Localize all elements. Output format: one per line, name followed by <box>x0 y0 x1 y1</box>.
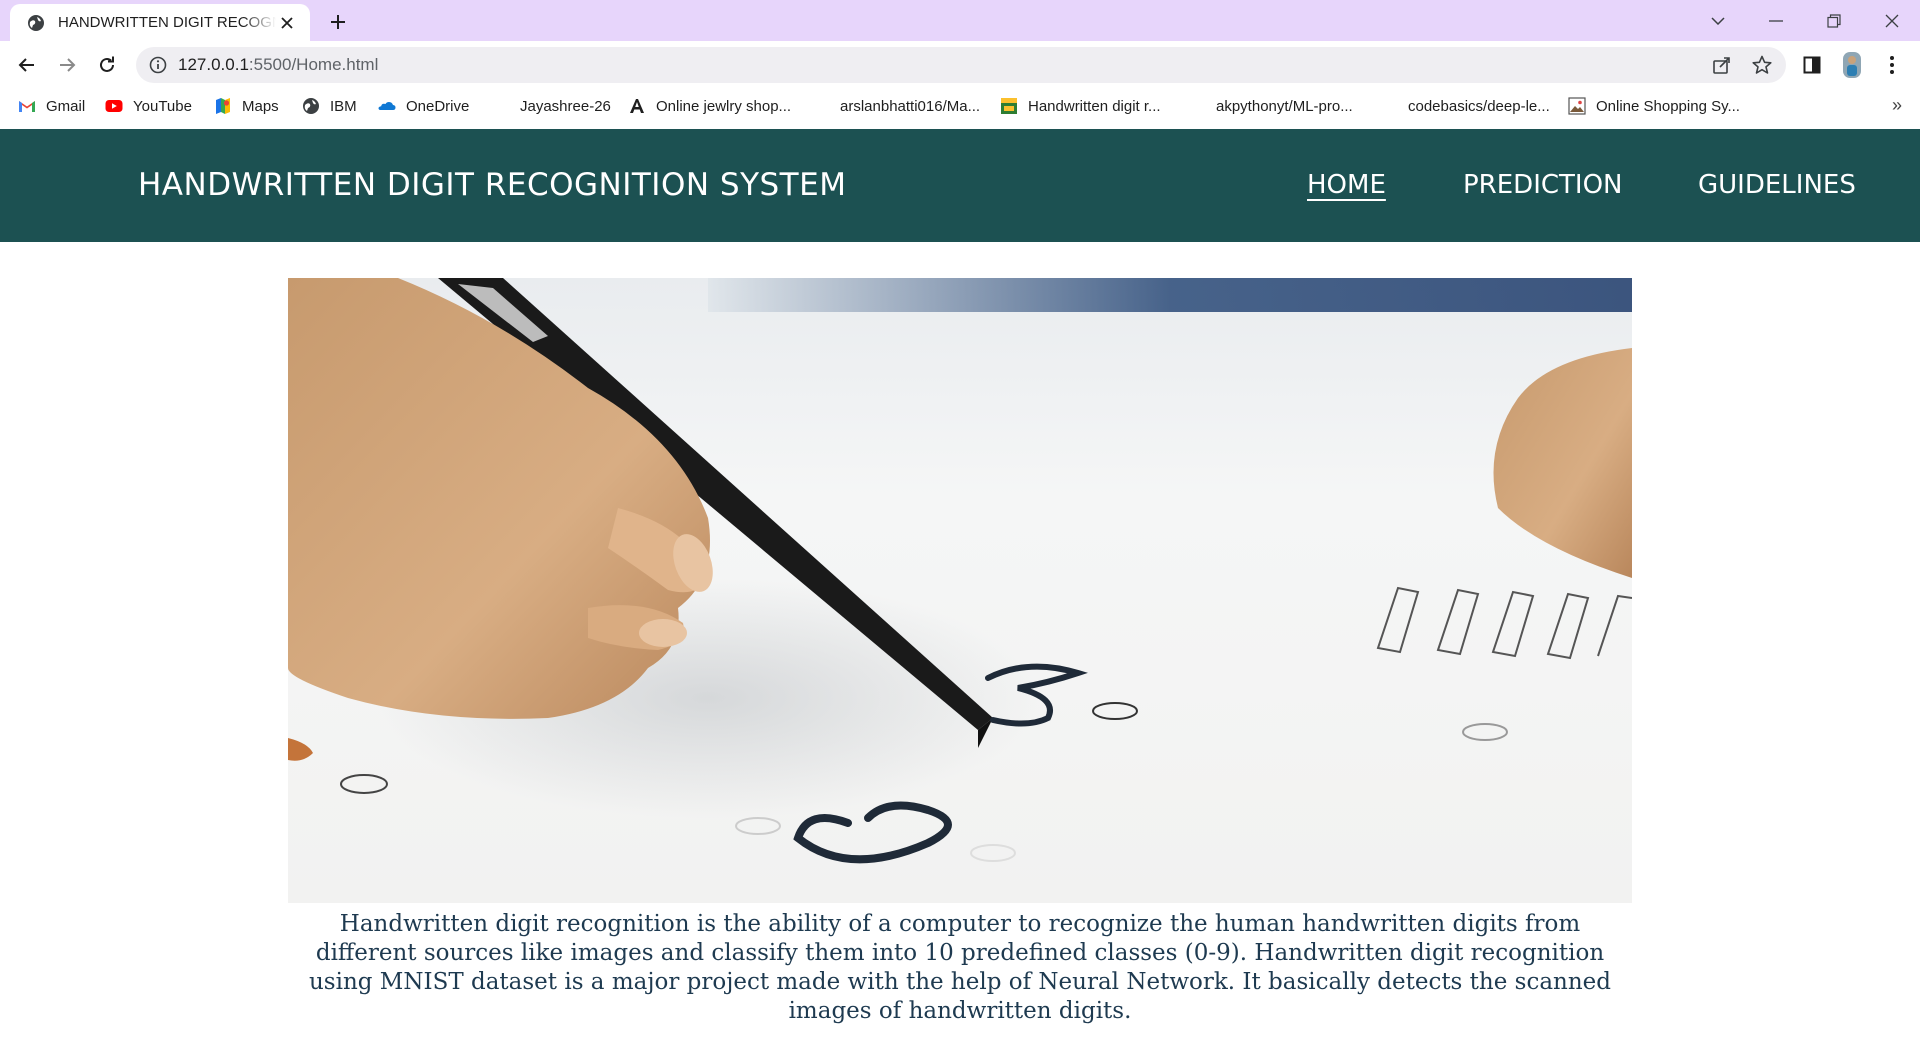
nav-guidelines[interactable]: GUIDELINES <box>1698 129 1856 242</box>
back-button[interactable] <box>11 49 43 81</box>
close-icon <box>1885 14 1899 27</box>
arrow-right-icon <box>60 58 76 72</box>
arrow-left-icon <box>18 58 34 72</box>
maps-icon <box>216 98 230 114</box>
address-bar[interactable]: 127.0.0.1:5500/Home.html <box>136 47 1786 83</box>
site-title: HANDWRITTEN DIGIT RECOGNITION SYSTEM <box>138 167 847 203</box>
share-icon[interactable] <box>1711 54 1733 76</box>
tab-title: HANDWRITTEN DIGIT RECOGNITION SYSTEM <box>58 14 276 31</box>
chevron-down-icon <box>1711 16 1725 25</box>
bookmark-label: arslanbhatti016/Ma... <box>840 97 981 115</box>
bookmark-label: Jayashree-26 <box>520 97 611 115</box>
avatar-icon <box>1843 52 1861 78</box>
site-icon <box>1001 98 1017 114</box>
gmail-icon <box>19 101 35 112</box>
reload-button[interactable] <box>91 49 123 81</box>
bookmark-akpythonyt[interactable]: akpythonyt/ML-pro... <box>1188 89 1353 123</box>
site-header: HANDWRITTEN DIGIT RECOGNITION SYSTEM HOM… <box>0 129 1920 242</box>
nav-home[interactable]: HOME <box>1307 129 1386 242</box>
url-path: :5500/Home.html <box>248 55 379 74</box>
bookmark-jayashree[interactable]: Jayashree-26 <box>492 89 611 123</box>
bookmark-label: IBM <box>330 97 357 115</box>
minimize-button[interactable] <box>1748 0 1804 41</box>
url-text: 127.0.0.1:5500/Home.html <box>178 47 378 83</box>
plus-icon <box>331 15 345 29</box>
side-panel-button[interactable] <box>1796 49 1828 81</box>
side-panel-icon <box>1803 56 1821 74</box>
globe-icon <box>303 98 319 114</box>
url-host: 127.0.0.1 <box>178 55 249 74</box>
tab-search-button[interactable] <box>1690 0 1746 41</box>
kebab-menu-icon <box>1890 56 1894 74</box>
handwriting-photo <box>288 278 1632 903</box>
bookmark-label: codebasics/deep-le... <box>1408 97 1550 115</box>
bookmark-online-shopping[interactable]: Online Shopping Sy... <box>1568 89 1740 123</box>
intro-description: Handwritten digit recognition is the abi… <box>308 911 1612 1024</box>
minimize-icon <box>1769 19 1783 22</box>
reload-icon <box>100 56 114 72</box>
menu-button[interactable] <box>1876 49 1908 81</box>
bookmark-label: YouTube <box>133 97 192 115</box>
bookmark-label: Handwritten digit r... <box>1028 97 1161 115</box>
bookmark-codebasics[interactable]: codebasics/deep-le... <box>1380 89 1550 123</box>
bookmark-label: akpythonyt/ML-pro... <box>1216 97 1353 115</box>
forward-button[interactable] <box>51 49 83 81</box>
hero-image <box>288 278 1632 903</box>
browser-tab[interactable]: HANDWRITTEN DIGIT RECOGNITION SYSTEM <box>10 4 310 41</box>
restore-icon <box>1827 13 1841 28</box>
bookmark-gmail[interactable]: Gmail <box>18 89 85 123</box>
star-icon[interactable] <box>1751 54 1773 76</box>
bookmark-label: Online jewlry shop... <box>656 97 792 115</box>
bookmark-onedrive[interactable]: OneDrive <box>378 89 469 123</box>
bookmark-maps[interactable]: Maps <box>214 89 279 123</box>
close-icon[interactable] <box>276 12 298 34</box>
bookmark-jewelry-shop[interactable]: Online jewlry shop... <box>628 89 791 123</box>
bookmark-label: Maps <box>242 97 279 115</box>
info-icon[interactable] <box>148 55 168 75</box>
close-window-button[interactable] <box>1864 0 1920 41</box>
profile-avatar[interactable] <box>1836 49 1868 81</box>
globe-icon <box>26 13 46 33</box>
browser-toolbar: 127.0.0.1:5500/Home.html <box>0 41 1920 89</box>
youtube-icon <box>105 100 123 112</box>
more-bookmarks-button[interactable]: » <box>1892 95 1902 116</box>
new-tab-button[interactable] <box>324 8 352 36</box>
bookmark-ibm[interactable]: IBM <box>302 89 357 123</box>
bookmark-handwritten-digit[interactable]: Handwritten digit r... <box>1000 89 1161 123</box>
bookmark-label: OneDrive <box>406 97 470 115</box>
bookmarks-bar: Gmail YouTube Maps IBM OneDrive Jayashre… <box>0 89 1920 129</box>
bookmark-label: Gmail <box>46 97 86 115</box>
bookmark-label: Online Shopping Sy... <box>1596 97 1740 115</box>
bookmark-youtube[interactable]: YouTube <box>105 89 192 123</box>
font-a-icon <box>630 99 644 113</box>
tab-strip: HANDWRITTEN DIGIT RECOGNITION SYSTEM <box>0 0 1920 41</box>
onedrive-icon <box>378 102 396 110</box>
bookmark-arslanbhatti[interactable]: arslanbhatti016/Ma... <box>812 89 980 123</box>
image-icon <box>1568 97 1586 115</box>
nav-prediction[interactable]: PREDICTION <box>1463 129 1622 242</box>
restore-button[interactable] <box>1806 0 1862 41</box>
